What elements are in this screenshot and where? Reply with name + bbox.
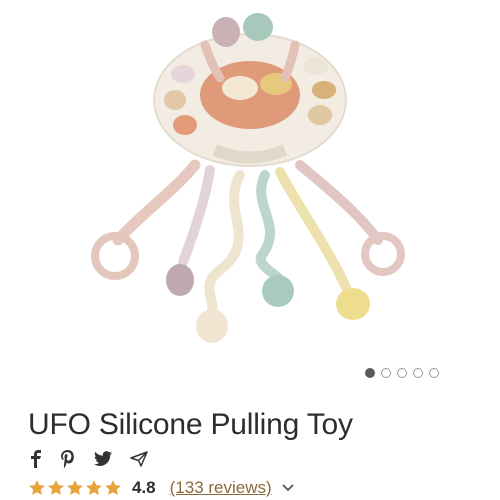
carousel-dot[interactable] — [413, 368, 423, 378]
star-icon — [86, 480, 102, 495]
rating-value: 4.8 — [132, 478, 156, 497]
star-rating — [28, 479, 122, 497]
carousel-dot[interactable] — [381, 368, 391, 378]
twitter-icon[interactable] — [94, 451, 112, 467]
carousel-dot[interactable] — [365, 368, 375, 378]
rating-row: 4.8 (133 reviews) — [28, 478, 294, 498]
carousel-dots — [365, 368, 439, 378]
chevron-down-icon[interactable] — [282, 479, 294, 497]
carousel-dot[interactable] — [429, 368, 439, 378]
star-icon — [48, 480, 64, 495]
send-icon[interactable] — [130, 451, 148, 467]
share-row — [30, 450, 148, 468]
star-icon — [67, 480, 83, 495]
product-title: UFO Silicone Pulling Toy — [28, 408, 353, 441]
reviews-link[interactable]: (133 reviews) — [170, 478, 272, 498]
facebook-icon[interactable] — [30, 450, 42, 468]
carousel-dot[interactable] — [397, 368, 407, 378]
star-icon — [105, 480, 121, 495]
product-image[interactable] — [0, 0, 500, 360]
pinterest-icon[interactable] — [60, 450, 76, 468]
star-icon — [29, 480, 45, 495]
